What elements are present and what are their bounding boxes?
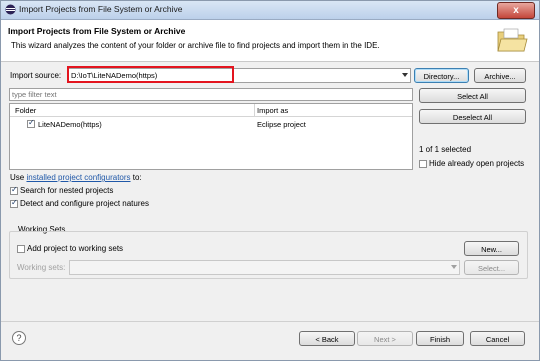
working-sets-combo[interactable] <box>69 260 460 275</box>
help-icon[interactable]: ? <box>12 331 26 345</box>
annotation-highlight-box <box>67 66 234 83</box>
configurators-link[interactable]: installed project configurators <box>26 173 130 182</box>
chevron-down-icon[interactable] <box>402 73 408 77</box>
finish-button[interactable]: Finish <box>416 331 464 346</box>
selection-count: 1 of 1 selected <box>419 145 472 154</box>
directory-button[interactable]: Directory... <box>414 68 469 83</box>
page-description: This wizard analyzes the content of your… <box>11 41 380 50</box>
folder-icon <box>497 28 528 52</box>
working-sets-label: Working sets: <box>17 263 66 272</box>
add-to-working-sets-checkbox[interactable] <box>17 245 25 253</box>
title-bar: Import Projects from File System or Arch… <box>1 1 539 20</box>
column-divider[interactable] <box>254 104 255 116</box>
chevron-down-icon[interactable] <box>451 265 457 269</box>
use-prefix: Use <box>10 173 25 182</box>
filter-input[interactable] <box>10 89 402 100</box>
new-working-set-button[interactable]: New... <box>464 241 519 256</box>
column-header-import-as[interactable]: Import as <box>257 106 288 115</box>
table-header: Folder Import as <box>10 104 412 117</box>
detect-natures-checkbox[interactable] <box>10 198 18 208</box>
configurators-line: Use installed project configurators to: <box>10 173 142 182</box>
project-import-as: Eclipse project <box>257 120 306 129</box>
filter-field[interactable] <box>9 88 413 101</box>
select-all-button[interactable]: Select All <box>419 88 526 103</box>
deselect-all-button[interactable]: Deselect All <box>419 109 526 124</box>
import-wizard-window: Import Projects from File System or Arch… <box>0 0 540 361</box>
import-source-label: Import source: <box>10 71 62 80</box>
page-title: Import Projects from File System or Arch… <box>8 26 186 36</box>
use-suffix: to: <box>132 173 142 182</box>
eclipse-app-icon <box>5 4 16 15</box>
hide-open-projects-label: Hide already open projects <box>429 159 525 168</box>
back-button[interactable]: < Back <box>299 331 355 346</box>
detect-natures-label: Detect and configure project natures <box>20 199 149 208</box>
footer-divider <box>1 321 539 322</box>
project-folder-name: LiteNADemo(https) <box>38 120 102 129</box>
next-button[interactable]: Next > <box>357 331 413 346</box>
window-title: Import Projects from File System or Arch… <box>19 4 183 14</box>
table-row[interactable]: LiteNADemo(https) Eclipse project <box>10 118 412 130</box>
close-button[interactable]: x <box>497 2 535 19</box>
search-nested-label: Search for nested projects <box>20 186 114 195</box>
select-working-sets-button[interactable]: Select... <box>464 260 519 275</box>
wizard-banner: Import Projects from File System or Arch… <box>1 20 539 62</box>
column-header-folder[interactable]: Folder <box>15 106 36 115</box>
archive-button[interactable]: Archive... <box>474 68 526 83</box>
cancel-button[interactable]: Cancel <box>470 331 525 346</box>
search-nested-checkbox[interactable] <box>10 185 18 195</box>
add-to-working-sets-label: Add project to working sets <box>27 244 124 253</box>
projects-table: Folder Import as LiteNADemo(https) Eclip… <box>9 103 413 170</box>
hide-open-projects-checkbox[interactable] <box>419 160 427 168</box>
close-icon: x <box>513 5 519 16</box>
project-checkbox[interactable] <box>27 118 35 128</box>
